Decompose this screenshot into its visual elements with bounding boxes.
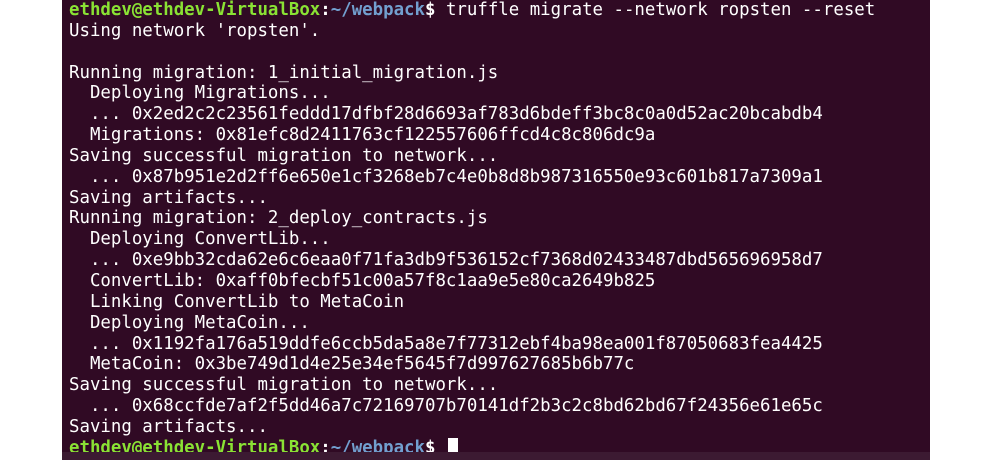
output-line: ... 0x68ccfde7af2f5dd46a7c72169707b70141…: [69, 396, 823, 417]
output-line: Using network 'ropsten'.: [69, 20, 321, 41]
output-line: ... 0xe9bb32cda62e6c6eaa0f71fa3db9f53615…: [69, 250, 823, 271]
prompt-separator: :: [320, 0, 331, 20]
prompt-symbol: $: [425, 0, 436, 20]
output-line: MetaCoin: 0x3be749d1d4e25e34ef5645f7d997…: [69, 354, 635, 375]
output-line: ConvertLib: 0xaff0bfecbf51c00a57f8c1aa9e…: [69, 270, 656, 291]
output-line: Deploying MetaCoin...: [69, 312, 310, 333]
output-line: Running migration: 1_initial_migration.j…: [69, 62, 499, 83]
output-line: Deploying Migrations...: [69, 83, 331, 104]
output-line: ... 0x87b951e2d2ff6e650e1cf3268eb7c4e0b8…: [69, 166, 823, 187]
output-line: Saving successful migration to network..…: [69, 375, 499, 396]
prompt-path: ~/webpack: [330, 0, 425, 20]
prompt-user-host: ethdev@ethdev-VirtualBox: [69, 0, 321, 20]
output-line: Saving artifacts...: [69, 416, 268, 437]
terminal-output: ethdev@ethdev-VirtualBox:~/webpack$ truf…: [69, 0, 875, 459]
prompt-line: ethdev@ethdev-VirtualBox:~/webpack$ truf…: [69, 0, 875, 21]
terminal-window[interactable]: ethdev@ethdev-VirtualBox:~/webpack$ truf…: [62, 0, 930, 460]
output-line: Linking ConvertLib to MetaCoin: [69, 291, 405, 312]
output-line: Saving artifacts...: [69, 187, 268, 208]
output-line: Saving successful migration to network..…: [69, 145, 499, 166]
output-line: Migrations: 0x81efc8d2411763cf122557606f…: [69, 125, 656, 146]
output-line: Deploying ConvertLib...: [69, 229, 331, 250]
terminal-bottom-edge: [62, 452, 930, 460]
output-line: ... 0x2ed2c2c23561feddd17dfbf28d6693af78…: [69, 104, 823, 125]
output-line: ... 0x1192fa176a519ddfe6ccb5da5a8e7f7731…: [69, 333, 823, 354]
output-line: [69, 42, 875, 63]
command-text: truffle migrate --network ropsten --rese…: [435, 0, 876, 20]
output-line: Running migration: 2_deploy_contracts.js: [69, 208, 488, 229]
